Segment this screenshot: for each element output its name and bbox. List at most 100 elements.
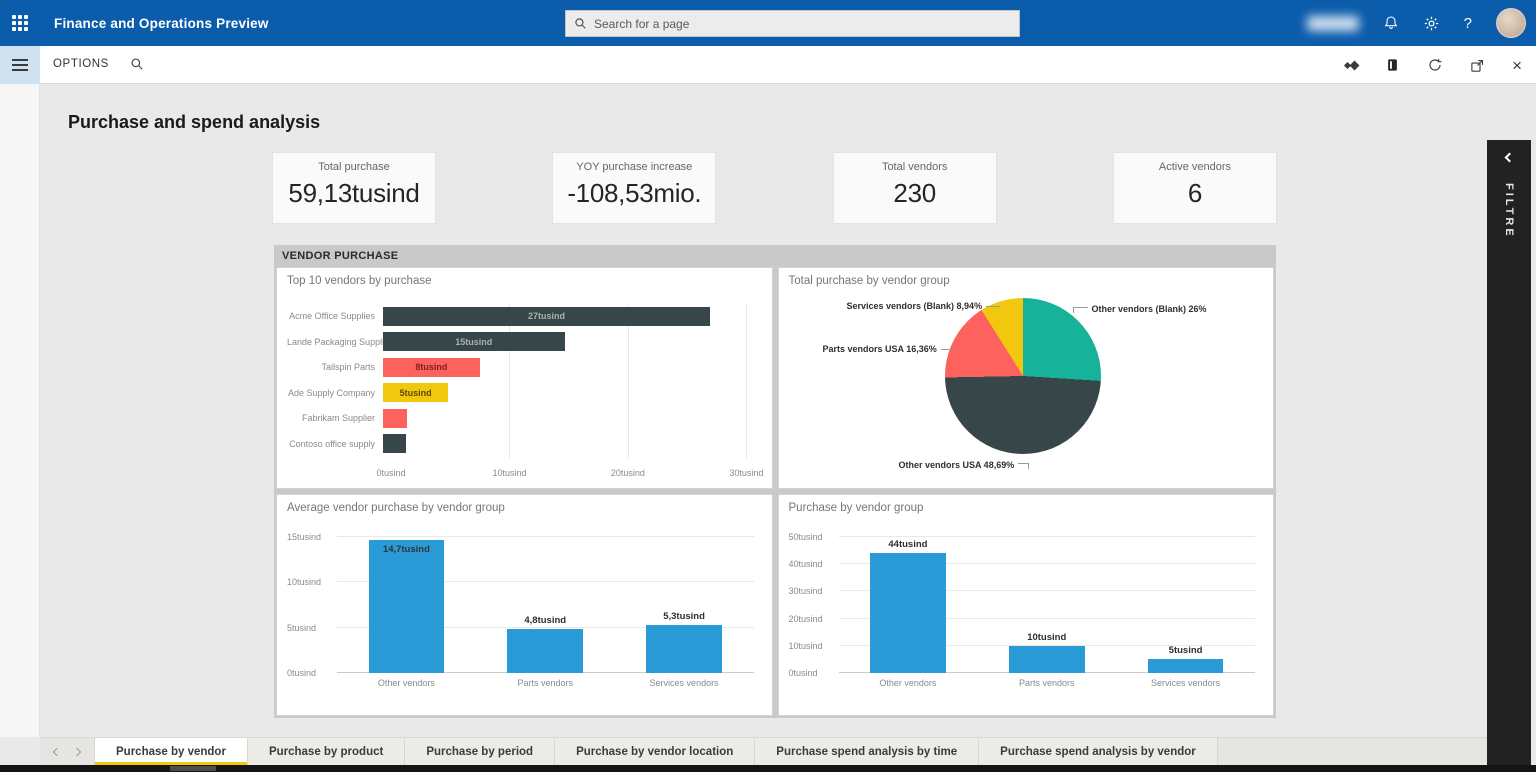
y-axis-tick: 10tusind <box>287 577 333 587</box>
scrollbar-thumb[interactable] <box>170 766 216 771</box>
open-in-new-icon[interactable] <box>1470 58 1485 73</box>
action-pane: OPTIONS × <box>0 46 1536 84</box>
vbar-plot-area: 0tusind5tusind10tusind15tusind14,7tusind… <box>287 529 754 689</box>
x-axis-tick: 0tusind <box>376 468 405 478</box>
bar-track <box>383 434 754 453</box>
y-axis-tick: 0tusind <box>789 668 835 678</box>
bottom-scrollbar <box>0 765 1536 772</box>
category-label: Contoso office supply <box>287 439 383 449</box>
tab-scroll-arrows <box>40 738 94 765</box>
bar-ade-supply-company[interactable]: 5tusind <box>383 383 448 402</box>
tab-prev-icon[interactable] <box>53 747 61 755</box>
y-axis-tick: 15tusind <box>287 532 333 542</box>
chart-title: Average vendor purchase by vendor group <box>287 502 505 514</box>
actionpane-search-icon[interactable] <box>130 57 144 76</box>
column-services-vendors: 5,3tusindServices vendors <box>630 537 738 673</box>
category-label: Acme Office Supplies <box>287 311 383 321</box>
bar-tailspin-parts[interactable]: 8tusind <box>383 358 480 377</box>
bar-track <box>383 409 754 428</box>
column-parts-vendors: 4,8tusindParts vendors <box>491 537 599 673</box>
chart-total-purchase-pie: Total purchase by vendor group Other ven… <box>778 267 1275 489</box>
bar-row-fabrikam-supplier: Fabrikam Supplier <box>287 408 754 428</box>
gear-icon[interactable] <box>1423 15 1440 32</box>
y-axis-tick: 10tusind <box>789 641 835 651</box>
waffle-menu-icon[interactable] <box>0 0 40 46</box>
tabs-container: Purchase by vendorPurchase by productPur… <box>94 738 1218 765</box>
pie-label-other-vendors-blank-26: Other vendors (Blank) 26% <box>1073 304 1207 314</box>
vbar-plot: 0tusind10tusind20tusind30tusind40tusind5… <box>839 537 1256 673</box>
bell-icon[interactable] <box>1383 14 1399 32</box>
close-icon[interactable]: × <box>1512 57 1522 74</box>
filter-rail[interactable]: FILTRE <box>1487 140 1531 765</box>
category-label: Other vendors <box>378 678 435 688</box>
bar-services-vendors[interactable] <box>1148 659 1224 673</box>
bar-track: 8tusind <box>383 358 754 377</box>
x-axis-tick: 20tusind <box>611 468 645 478</box>
tab-next-icon[interactable] <box>73 747 81 755</box>
bar-value-label: 14,7tusind <box>383 544 430 555</box>
app-title: Finance and Operations Preview <box>54 16 269 31</box>
diamonds-icon[interactable] <box>1345 62 1358 69</box>
tab-purchase-spend-analysis-by-vendor[interactable]: Purchase spend analysis by vendor <box>979 738 1218 765</box>
bar-fabrikam-supplier[interactable] <box>383 409 407 428</box>
bar-services-vendors[interactable] <box>646 625 722 673</box>
kpi-label: Active vendors <box>1114 161 1276 173</box>
category-label: Parts vendors <box>517 678 573 688</box>
vbar-columns: 14,7tusindOther vendors 4,8tusindParts ve… <box>337 537 754 673</box>
y-axis-tick: 30tusind <box>789 586 835 596</box>
tab-purchase-by-product[interactable]: Purchase by product <box>248 738 405 765</box>
bar-contoso-office-supply[interactable] <box>383 434 406 453</box>
hamburger-icon[interactable] <box>0 46 40 84</box>
bar-value-label: 4,8tusind <box>524 615 566 626</box>
avatar[interactable] <box>1496 8 1526 38</box>
category-label: Fabrikam Supplier <box>287 413 383 423</box>
bar-value-label: 5tusind <box>1169 645 1203 656</box>
column-parts-vendors: 10tusindParts vendors <box>993 537 1101 673</box>
kpi-row: Total purchase 59,13tusind YOY purchase … <box>273 153 1276 223</box>
bar-lande-packaging-supplies[interactable]: 15tusind <box>383 332 565 351</box>
tab-purchase-by-vendor[interactable]: Purchase by vendor <box>94 738 248 765</box>
pie-label-other-vendors-usa-48-69: Other vendors USA 48,69% <box>899 460 1030 470</box>
bar-track: 27tusind <box>383 307 754 326</box>
kpi-total-vendors: Total vendors 230 <box>834 153 996 223</box>
office-icon[interactable] <box>1385 57 1400 73</box>
chart-title: Total purchase by vendor group <box>789 275 950 287</box>
bar-value-label: 8tusind <box>415 362 447 372</box>
bar-other-vendors[interactable] <box>369 540 445 673</box>
page-title: Purchase and spend analysis <box>68 112 320 133</box>
bar-track: 5tusind <box>383 383 754 402</box>
tab-purchase-by-vendor-location[interactable]: Purchase by vendor location <box>555 738 755 765</box>
bar-acme-office-supplies[interactable]: 27tusind <box>383 307 710 326</box>
vbar-plot: 0tusind5tusind10tusind15tusind14,7tusind… <box>337 537 754 673</box>
vendor-purchase-panel: VENDOR PURCHASE Top 10 vendors by purcha… <box>274 245 1276 718</box>
chart-top-10-vendors: Top 10 vendors by purchase 0tusind10tusi… <box>276 267 773 489</box>
help-icon[interactable]: ? <box>1464 15 1472 32</box>
category-label: Lande Packaging Supplies <box>287 337 383 347</box>
tab-purchase-spend-analysis-by-time[interactable]: Purchase spend analysis by time <box>755 738 979 765</box>
category-label: Services vendors <box>650 678 719 688</box>
y-axis-tick: 40tusind <box>789 559 835 569</box>
refresh-icon[interactable] <box>1427 57 1443 73</box>
chart-purchase-by-vendor-group: Purchase by vendor group 0tusind10tusind… <box>778 494 1275 716</box>
page-search-box[interactable] <box>565 10 1020 37</box>
waffle-grid <box>12 15 28 31</box>
pie-chart[interactable] <box>945 298 1101 454</box>
bar-row-ade-supply-company: Ade Supply Company5tusind <box>287 383 754 403</box>
actionpane-right-cluster: × <box>1345 46 1522 84</box>
bar-other-vendors[interactable] <box>870 553 946 673</box>
vbar-plot-area: 0tusind10tusind20tusind30tusind40tusind5… <box>789 529 1256 689</box>
page-search-input[interactable] <box>594 17 1011 31</box>
y-axis-tick: 5tusind <box>287 623 333 633</box>
kpi-label: YOY purchase increase <box>553 161 715 173</box>
topbar-right-cluster: ? <box>1307 0 1526 46</box>
kpi-value: 6 <box>1114 178 1276 209</box>
bar-parts-vendors[interactable] <box>1009 646 1085 673</box>
column-other-vendors: 14,7tusindOther vendors <box>352 537 460 673</box>
bar-row-lande-packaging-supplies: Lande Packaging Supplies15tusind <box>287 332 754 352</box>
tab-purchase-by-period[interactable]: Purchase by period <box>405 738 555 765</box>
category-label: Ade Supply Company <box>287 388 383 398</box>
chevron-left-icon[interactable] <box>1504 153 1514 163</box>
x-axis-tick: 10tusind <box>492 468 526 478</box>
bar-parts-vendors[interactable] <box>507 629 583 673</box>
options-menu[interactable]: OPTIONS <box>53 58 109 70</box>
